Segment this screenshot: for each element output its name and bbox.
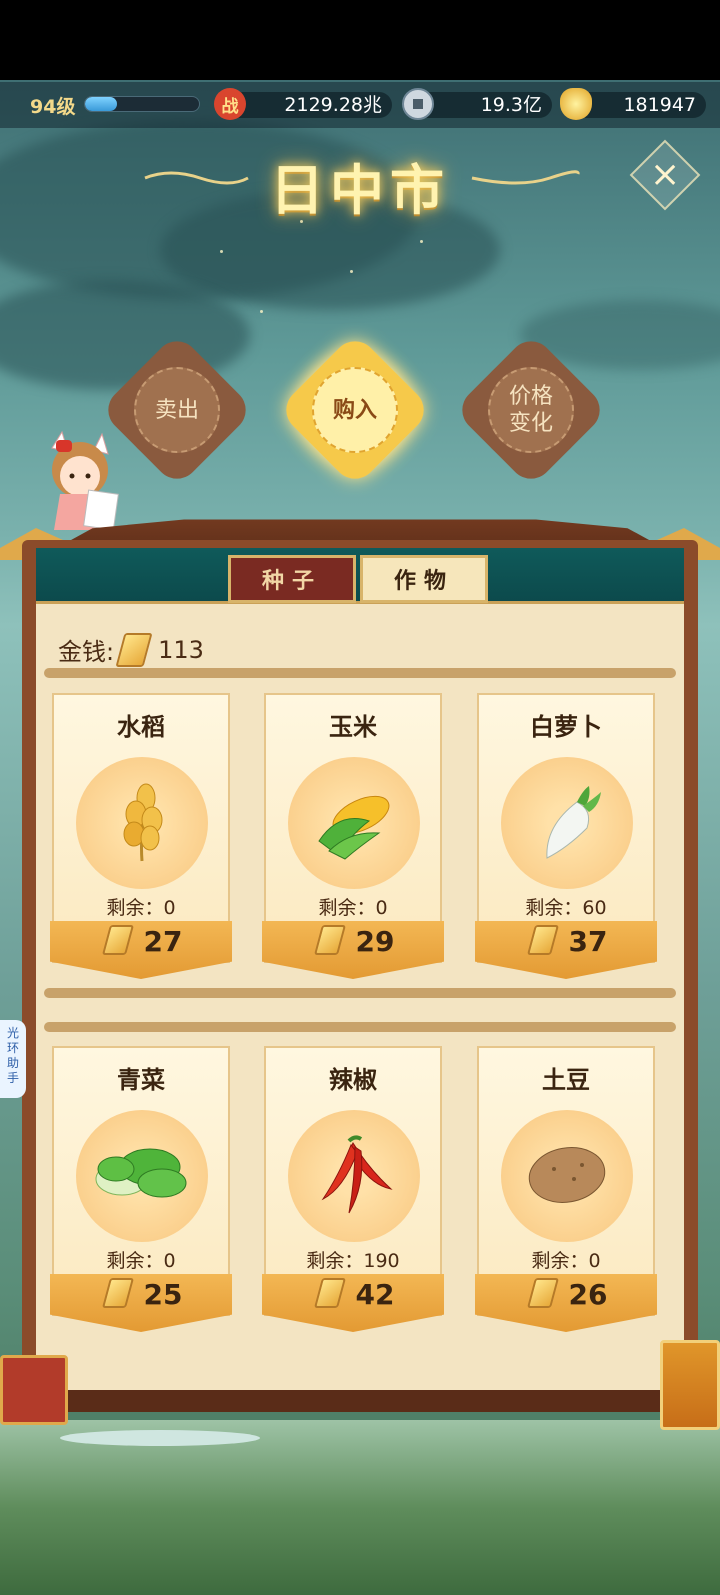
crop-price: 42 (355, 1278, 395, 1311)
sell-button[interactable]: 卖出 (99, 332, 255, 488)
crop-price-tag[interactable]: 26 (475, 1274, 657, 1332)
crop-price-tag[interactable]: 25 (50, 1274, 232, 1332)
price-change-label: 价格 变化 (508, 384, 553, 436)
hanging-rod (44, 1022, 676, 1032)
ticket-icon (313, 925, 346, 955)
crop-price: 26 (568, 1278, 608, 1311)
price-change-button[interactable]: 价格 变化 (453, 332, 609, 488)
ticket-icon (526, 925, 559, 955)
mascot-girl-icon (51, 430, 119, 531)
crop-price-tag[interactable]: 42 (262, 1274, 444, 1332)
potato-icon (522, 1139, 612, 1213)
xp-bar (84, 96, 200, 112)
money-label: 金钱: (58, 638, 115, 666)
crop-card[interactable]: 玉米剩余：0 29 (262, 693, 444, 983)
halo-helper-tab[interactable]: 光 环 助 手 (0, 1020, 26, 1098)
crop-name: 玉米 (329, 713, 377, 741)
power-icon: 战 (214, 88, 246, 120)
crop-remaining: 剩余：0 (318, 897, 388, 919)
close-icon: × (649, 153, 681, 195)
buy-label: 购入 (332, 397, 377, 423)
crop-card[interactable]: 土豆剩余：0 26 (475, 1046, 657, 1336)
silver-coin-icon (402, 88, 434, 120)
crop-image (288, 757, 420, 889)
radish-icon (527, 776, 607, 870)
crop-name: 土豆 (542, 1066, 590, 1094)
xp-bar-fill (85, 97, 117, 111)
crop-price-tag[interactable]: 27 (50, 921, 232, 979)
crop-image (288, 1110, 420, 1242)
tab-seeds[interactable]: 种子 (228, 555, 356, 603)
crop-remaining: 剩余：0 (106, 897, 176, 919)
corn-icon (309, 781, 399, 865)
hanging-rod (44, 988, 676, 998)
crop-image (501, 1110, 633, 1242)
ticket-icon (526, 1278, 559, 1308)
crop-name: 水稻 (117, 713, 165, 741)
crop-remaining: 剩余：60 (525, 897, 607, 919)
ticket-icon (101, 1278, 134, 1308)
crop-name: 白萝卜 (530, 713, 602, 741)
rice-icon (102, 776, 182, 870)
top-black-bar (0, 0, 720, 80)
crop-card[interactable]: 青菜剩余：0 25 (50, 1046, 232, 1336)
sell-label: 卖出 (154, 397, 199, 423)
money-value: 113 (158, 635, 204, 664)
crop-price-tag[interactable]: 37 (475, 921, 657, 979)
crop-price: 37 (568, 925, 608, 958)
crop-image (501, 757, 633, 889)
page-title: 日中市 (270, 159, 450, 222)
ticket-icon (115, 632, 153, 667)
crop-image (76, 1110, 208, 1242)
bokchoy-icon (92, 1139, 192, 1213)
crop-remaining: 剩余：0 (106, 1250, 176, 1272)
landscape-ground (0, 1420, 720, 1595)
crop-name: 辣椒 (329, 1066, 377, 1094)
treasure-box-icon[interactable] (660, 1340, 720, 1430)
crop-card[interactable]: 辣椒剩余：190 42 (262, 1046, 444, 1336)
crop-remaining: 剩余：0 (531, 1250, 601, 1272)
crop-remaining: 剩余：190 (306, 1250, 400, 1272)
crop-price-tag[interactable]: 29 (262, 921, 444, 979)
chili-icon (309, 1129, 399, 1223)
crop-price: 29 (355, 925, 395, 958)
board-base (22, 1390, 698, 1412)
title-cloud-right-icon (471, 170, 580, 185)
player-level: 94级 (30, 96, 76, 118)
buy-button[interactable]: 购入 (277, 332, 433, 488)
gold-ingot-icon (560, 88, 592, 120)
ticket-icon (101, 925, 134, 955)
tab-crops[interactable]: 作物 (360, 555, 488, 603)
crop-card[interactable]: 白萝卜剩余：60 37 (475, 693, 657, 983)
money-display: 金钱: 113 (58, 632, 204, 667)
crop-price: 25 (143, 1278, 183, 1311)
crop-name: 青菜 (117, 1066, 165, 1094)
ticket-icon (313, 1278, 346, 1308)
river (60, 1430, 260, 1446)
hanging-rod (44, 668, 676, 678)
crop-price: 27 (143, 925, 183, 958)
crop-image (76, 757, 208, 889)
crop-card[interactable]: 水稻剩余：0 27 (50, 693, 232, 983)
gift-box-icon[interactable] (0, 1355, 68, 1425)
power-value: 2129.28兆 (226, 92, 392, 118)
